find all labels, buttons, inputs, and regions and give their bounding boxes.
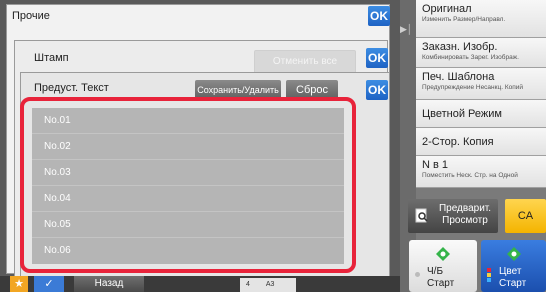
bw-start-button[interactable]: Ч/Б Старт <box>409 240 477 292</box>
color-indicator-icon <box>487 268 491 282</box>
color-start-button[interactable]: Цвет Старт <box>481 240 546 292</box>
bw-start-line1: Ч/Б <box>427 266 444 277</box>
back-button[interactable]: Назад <box>74 276 144 292</box>
expand-arrow-icon[interactable]: ▶│ <box>400 24 414 44</box>
print-template-title: Печ. Шаблона <box>422 71 495 83</box>
color-mode-button[interactable]: Цветной Режим <box>416 100 546 128</box>
preview-icon <box>415 208 428 223</box>
color-start-line1: Цвет <box>499 266 522 277</box>
paper-tray-indicator: 4 A3 <box>240 278 296 292</box>
stamp-title: Штамп <box>34 52 69 64</box>
custom-image-sub: Комбинировать Зарег. Изображ. <box>422 54 519 61</box>
paper-size: A3 <box>265 281 275 288</box>
tray-number: 4 <box>246 281 250 288</box>
color-start-label: Цвет Старт <box>499 266 526 290</box>
start-icon <box>506 247 521 261</box>
color-start-line2: Старт <box>499 278 527 289</box>
print-template-sub: Предупреждение Несанкц. Копий <box>422 84 524 91</box>
n-up-sub: Поместить Неск. Стр. на Одной <box>422 172 518 179</box>
n-up-title: N в 1 <box>422 159 449 171</box>
cancel-all-button[interactable]: Отменить все <box>254 50 356 74</box>
list-item[interactable]: No.03 <box>32 160 344 186</box>
preset-list: No.01 No.02 No.03 No.04 No.05 No.06 <box>32 108 344 264</box>
bw-start-line2: Старт <box>427 278 455 289</box>
preview-button[interactable]: Предварит. Просмотр <box>408 199 498 233</box>
misc-ok-button[interactable]: OK <box>368 6 390 26</box>
start-icon <box>436 247 450 261</box>
duplex-button[interactable]: 2-Стор. Копия <box>416 128 546 156</box>
list-item[interactable]: No.02 <box>32 134 344 160</box>
preview-label: Предварит. Просмотр <box>438 203 492 226</box>
print-template-button[interactable]: Печ. Шаблона Предупреждение Несанкц. Коп… <box>416 68 546 100</box>
misc-title: Прочие <box>12 10 50 22</box>
duplex-title: 2-Стор. Копия <box>422 136 494 148</box>
preset-ok-button[interactable]: OK <box>366 80 388 100</box>
preset-title: Предуст. Текст <box>34 82 109 94</box>
n-up-button[interactable]: N в 1 Поместить Неск. Стр. на Одной <box>416 156 546 188</box>
list-item[interactable]: No.01 <box>32 108 344 134</box>
original-title: Оригинал <box>422 3 472 15</box>
list-item[interactable]: No.05 <box>32 212 344 238</box>
ca-button[interactable]: CA <box>505 199 546 233</box>
favorite-star-icon[interactable]: ★ <box>10 276 28 292</box>
preset-list-highlight: No.01 No.02 No.03 No.04 No.05 No.06 <box>20 97 356 273</box>
original-sub: Изменить Размер/Направл. <box>422 16 506 23</box>
bw-indicator-icon <box>415 272 420 277</box>
list-item[interactable]: No.04 <box>32 186 344 212</box>
bw-start-label: Ч/Б Старт <box>427 266 454 290</box>
list-item[interactable]: No.06 <box>32 238 344 264</box>
check-icon[interactable]: ✓ <box>34 276 64 292</box>
custom-image-button[interactable]: Заказн. Изобр. Комбинировать Зарег. Изоб… <box>416 38 546 68</box>
custom-image-title: Заказн. Изобр. <box>422 41 498 53</box>
stamp-ok-button[interactable]: OK <box>366 48 388 68</box>
original-button[interactable]: Оригинал Изменить Размер/Направл. <box>416 0 546 38</box>
color-mode-title: Цветной Режим <box>422 108 502 120</box>
